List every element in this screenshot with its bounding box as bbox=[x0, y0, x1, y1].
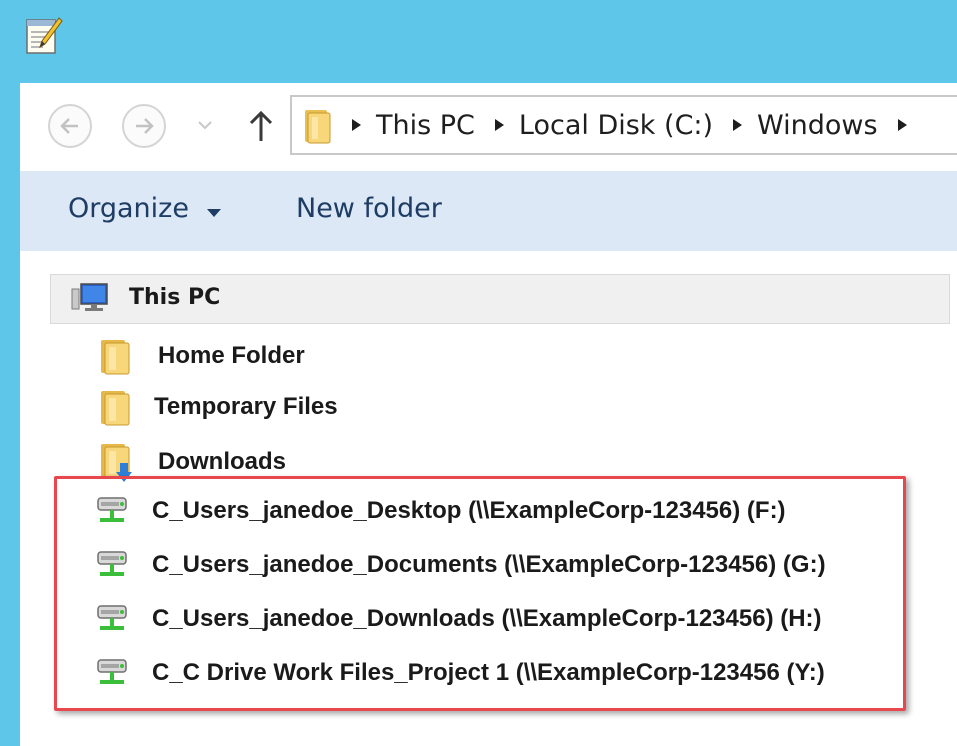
new-folder-button[interactable]: New folder bbox=[296, 193, 442, 224]
breadcrumb-separator-icon[interactable] bbox=[350, 118, 362, 132]
folder-icon bbox=[101, 391, 130, 426]
organize-button[interactable]: Organize bbox=[68, 193, 189, 224]
back-button[interactable] bbox=[48, 104, 92, 148]
tree-item-label: Home Folder bbox=[158, 342, 305, 369]
breadcrumb-separator-icon[interactable] bbox=[896, 118, 908, 132]
forward-arrow-icon bbox=[136, 118, 154, 134]
breadcrumb-this-pc[interactable]: This PC bbox=[376, 110, 475, 141]
tree-root-this-pc[interactable]: This PC bbox=[50, 274, 950, 324]
tree-item-home-folder[interactable]: Home Folder bbox=[98, 331, 305, 381]
tree-item-temporary-files[interactable]: Temporary Files bbox=[98, 382, 338, 432]
breadcrumb-separator-icon[interactable] bbox=[493, 118, 505, 132]
notepad-app-icon bbox=[26, 17, 63, 54]
chevron-down-icon[interactable] bbox=[197, 118, 213, 132]
folder-icon bbox=[305, 110, 331, 144]
window-frame: This PC Local Disk (C:) Windows Organize bbox=[0, 0, 957, 746]
forward-button[interactable] bbox=[122, 104, 166, 148]
explorer-client-area: This PC Local Disk (C:) Windows Organize bbox=[20, 83, 957, 746]
highlight-annotation-box bbox=[54, 476, 906, 711]
command-bar: Organize New folder bbox=[20, 171, 957, 251]
back-arrow-icon bbox=[60, 118, 78, 134]
title-bar bbox=[0, 0, 957, 83]
navigation-bar: This PC Local Disk (C:) Windows bbox=[20, 83, 957, 171]
address-bar[interactable]: This PC Local Disk (C:) Windows bbox=[290, 95, 957, 155]
caret-down-icon[interactable] bbox=[206, 208, 222, 218]
breadcrumb-local-disk[interactable]: Local Disk (C:) bbox=[519, 110, 713, 141]
computer-icon bbox=[71, 283, 108, 311]
breadcrumb-separator-icon[interactable] bbox=[731, 118, 743, 132]
folder-icon bbox=[101, 340, 130, 375]
tree-item-label: Downloads bbox=[158, 448, 287, 475]
tree-item-label: Temporary Files bbox=[154, 393, 338, 420]
tree-root-label: This PC bbox=[129, 285, 221, 310]
up-arrow-icon[interactable] bbox=[246, 109, 276, 143]
breadcrumb-windows[interactable]: Windows bbox=[757, 110, 878, 141]
